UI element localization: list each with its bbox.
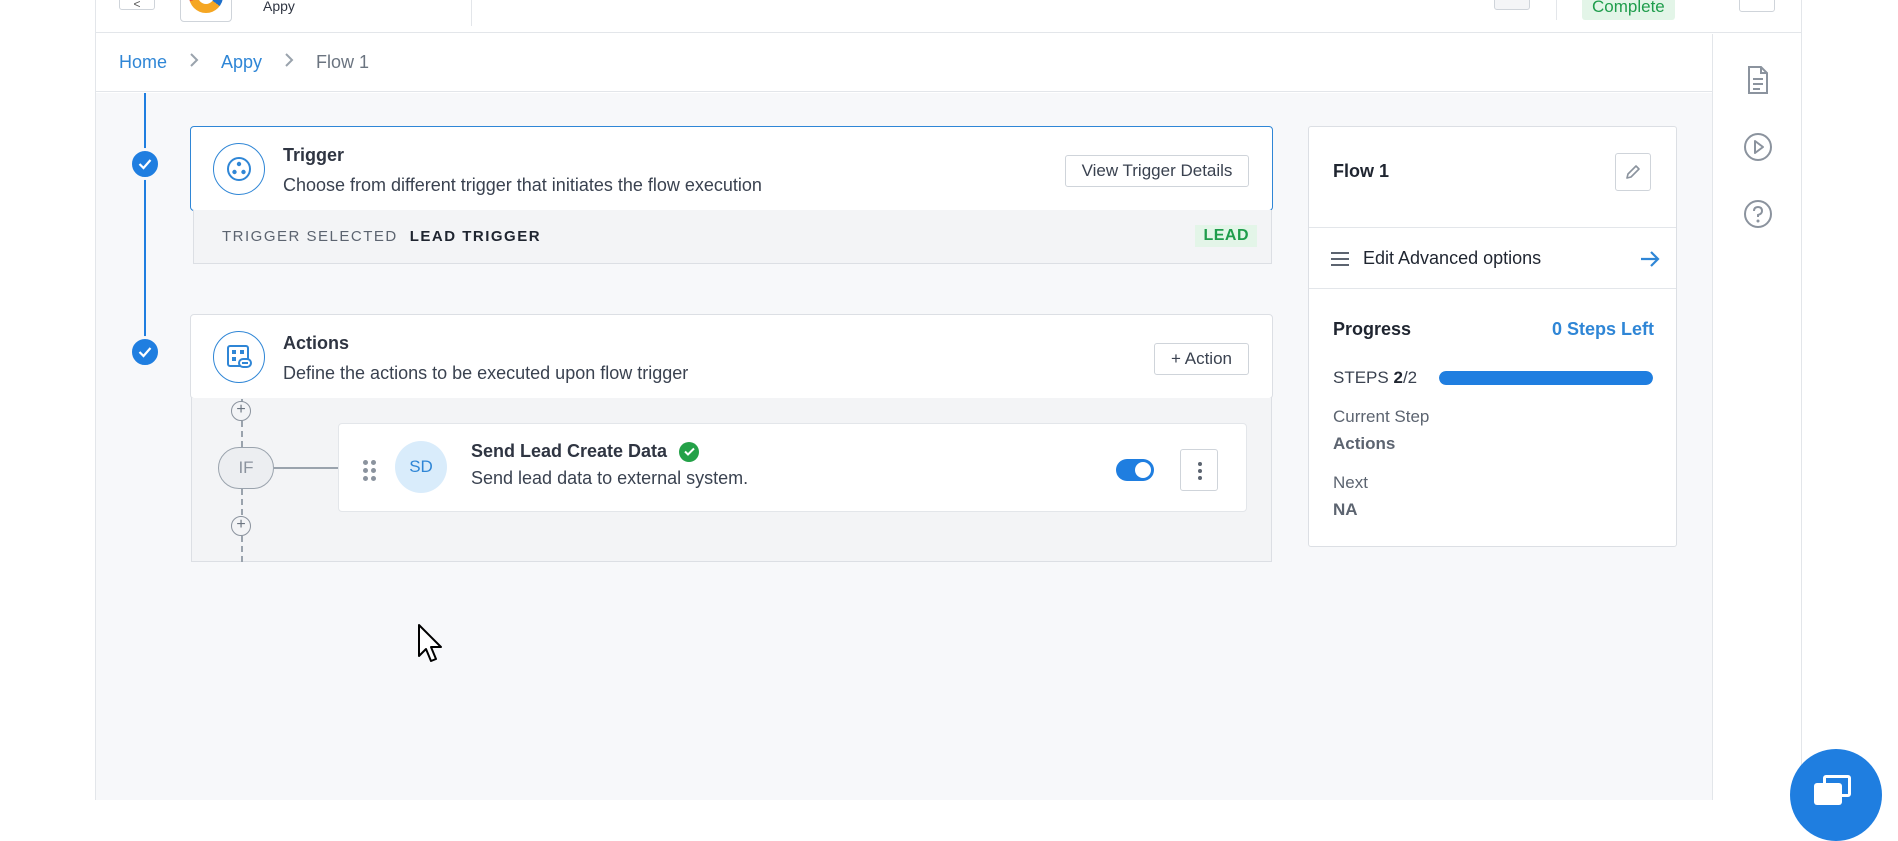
connector-line <box>241 536 243 562</box>
actions-description: Define the actions to be executed upon f… <box>283 363 689 383</box>
steps-left: 0 Steps Left <box>1551 319 1654 339</box>
app-logo <box>180 0 232 22</box>
app-name: Appy <box>263 0 295 14</box>
steps-done: 2 <box>1393 368 1403 387</box>
steps-prefix: STEPS <box>1333 368 1389 387</box>
divider <box>1556 0 1557 20</box>
breadcrumb-app[interactable]: Appy <box>221 52 262 73</box>
current-step-label: Current Step <box>1333 407 1430 426</box>
connector-line <box>274 467 338 469</box>
actions-icon <box>213 331 265 383</box>
flow-summary-panel: Flow 1 Edit Advanced options Progress 0 … <box>1308 126 1677 547</box>
next-value: NA <box>1333 500 1358 519</box>
current-step-value: Actions <box>1333 434 1396 453</box>
back-button[interactable]: < <box>119 0 155 11</box>
divider <box>471 0 472 26</box>
breadcrumb: Home Appy Flow 1 <box>96 34 1712 92</box>
trigger-icon <box>213 143 265 195</box>
status-badge: Complete <box>1582 0 1675 20</box>
next-label: Next <box>1333 473 1368 492</box>
action-description: Send lead data to external system. <box>471 468 749 488</box>
step-complete-icon <box>129 148 161 180</box>
advanced-options-label: Edit Advanced options <box>1363 248 1542 268</box>
steps-total: /2 <box>1402 368 1418 387</box>
header-icon-button[interactable] <box>1494 0 1530 10</box>
action-enabled-toggle[interactable] <box>1116 459 1154 481</box>
actions-card[interactable]: Actions Define the actions to be execute… <box>190 314 1273 399</box>
right-rail <box>1712 34 1801 800</box>
document-icon[interactable] <box>1743 65 1773 95</box>
steps-count: STEPS 2/2 <box>1333 368 1417 388</box>
mouse-cursor-icon <box>418 624 442 662</box>
lead-badge: LEAD <box>1195 225 1257 247</box>
page: < Appy Complete Home Appy Flow 1 Trigger… <box>0 0 1898 841</box>
trigger-title: Trigger <box>283 145 345 165</box>
more-options-icon[interactable] <box>1180 449 1218 491</box>
play-icon[interactable] <box>1743 132 1773 162</box>
breadcrumb-home[interactable]: Home <box>119 52 167 73</box>
progress-title: Progress <box>1333 319 1412 339</box>
actions-title: Actions <box>283 333 350 353</box>
drag-handle-icon[interactable] <box>363 460 377 481</box>
chat-button[interactable] <box>1790 749 1882 841</box>
top-header: < Appy Complete <box>96 0 1801 33</box>
add-step-icon[interactable]: + <box>231 516 251 536</box>
edit-advanced-options[interactable]: Edit Advanced options <box>1309 227 1676 289</box>
progress-fill <box>1439 371 1653 385</box>
flow-name: Flow 1 <box>1333 161 1390 181</box>
trigger-selected-value: LEAD TRIGGER <box>409 228 542 245</box>
trigger-description: Choose from different trigger that initi… <box>283 175 762 195</box>
add-action-button[interactable]: + Action <box>1154 343 1249 375</box>
edit-flow-button[interactable] <box>1615 153 1651 191</box>
breadcrumb-current: Flow 1 <box>316 52 370 72</box>
view-trigger-details-button[interactable]: View Trigger Details <box>1065 155 1249 187</box>
action-title-text: Send Lead Create Data <box>471 441 668 461</box>
trigger-selected-label: TRIGGER SELECTED <box>222 228 398 245</box>
timeline-line <box>144 93 146 353</box>
action-item[interactable]: SD Send Lead Create Data Send lead data … <box>338 423 1247 512</box>
chevron-right-icon <box>189 51 199 74</box>
arrow-right-icon <box>1641 251 1660 267</box>
trigger-card[interactable]: Trigger Choose from different trigger th… <box>190 126 1273 211</box>
if-condition-node[interactable]: IF <box>218 447 274 489</box>
add-step-icon[interactable]: + <box>231 401 251 421</box>
progress-bar <box>1439 371 1653 385</box>
help-icon[interactable] <box>1743 199 1773 229</box>
step-complete-icon <box>129 336 161 368</box>
check-circle-icon <box>679 441 700 462</box>
connector-line <box>241 421 243 447</box>
trigger-selected-bar: TRIGGER SELECTED LEAD TRIGGER LEAD <box>193 210 1272 264</box>
back-arrow-icon: < <box>133 0 141 11</box>
menu-icon <box>1331 252 1349 266</box>
chevron-right-icon <box>284 51 294 74</box>
pencil-icon <box>1626 165 1640 179</box>
connector-line <box>241 489 243 515</box>
action-title: Send Lead Create Data <box>471 441 700 462</box>
header-menu-button[interactable] <box>1739 0 1775 12</box>
action-avatar: SD <box>395 441 447 493</box>
